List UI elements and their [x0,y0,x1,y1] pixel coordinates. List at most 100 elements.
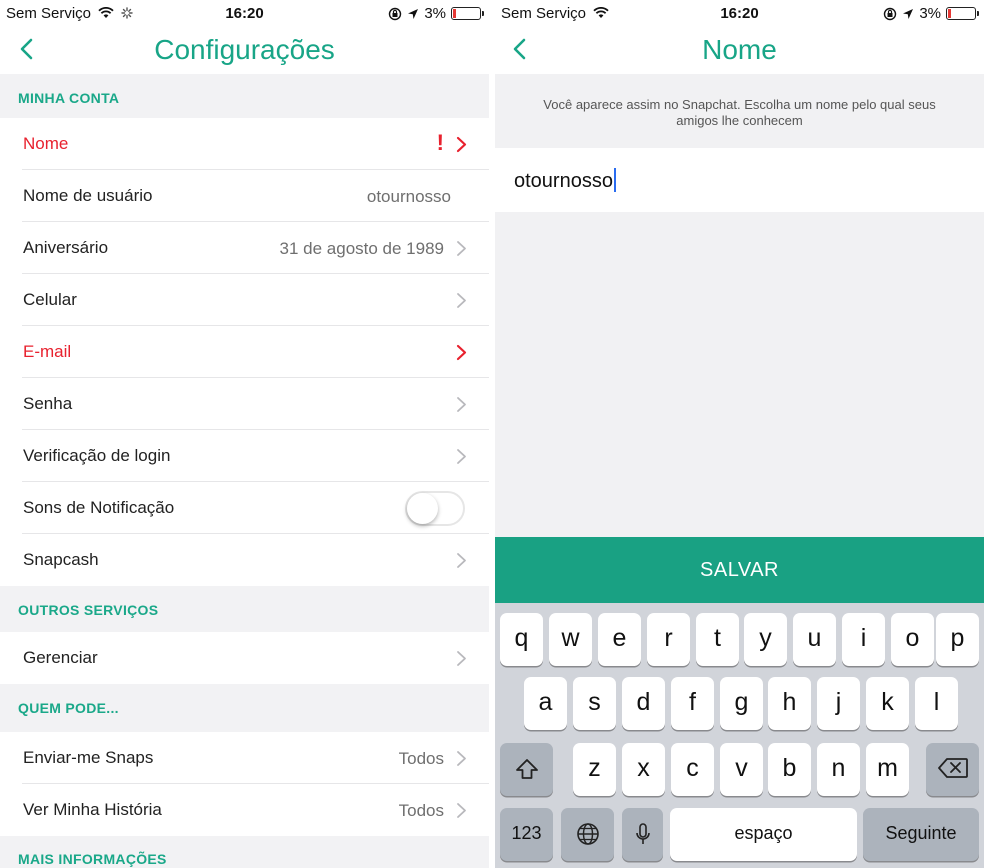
row-label: Verificação de login [23,446,171,465]
row-value: Todos [398,801,444,820]
page-title: Nome [702,34,777,65]
section-header-outros-servicos: OUTROS SERVIÇOS [0,586,489,632]
key-k[interactable]: k [866,677,909,730]
row-gerenciar[interactable]: Gerenciar [0,632,489,684]
key-h[interactable]: h [768,677,811,730]
row-label: Senha [23,394,73,413]
row-label: Nome [23,134,69,153]
nav-bar: Nome [495,28,984,74]
key-g[interactable]: g [720,677,763,730]
backspace-key[interactable] [926,743,979,796]
row-ver-minha-historia[interactable]: Ver Minha História Todos [0,784,489,836]
row-label: Aniversário [23,238,109,257]
globe-icon [576,823,599,845]
chevron-right-icon [457,293,466,308]
chevron-right-icon [457,241,466,256]
notification-sound-toggle[interactable] [405,491,465,526]
row-value: Todos [398,749,444,768]
key-j[interactable]: j [817,677,860,730]
key-m[interactable]: m [866,743,909,796]
name-input-value: otournosso [514,168,616,193]
key-r[interactable]: r [647,613,690,666]
chevron-right-icon [457,397,466,412]
key-p[interactable]: p [936,613,979,666]
key-d[interactable]: d [622,677,665,730]
location-arrow-icon [408,8,419,19]
row-email[interactable]: E-mail [0,326,489,378]
battery-percent: 3% [424,5,446,22]
key-e[interactable]: e [598,613,641,666]
section-title: OUTROS SERVIÇOS [18,602,159,618]
battery-percent: 3% [919,5,941,22]
battery-icon [946,7,979,20]
key-f[interactable]: f [671,677,714,730]
backspace-icon [937,758,968,778]
location-arrow-icon [903,8,914,19]
row-label: Enviar-me Snaps [23,748,154,767]
key-o[interactable]: o [891,613,934,666]
key-v[interactable]: v [720,743,763,796]
section-title: MAIS INFORMAÇÕES [18,851,167,867]
key-u[interactable]: u [793,613,836,666]
section-header-minha-conta: MINHA CONTA [0,74,489,118]
row-verificacao-de-login[interactable]: Verificação de login [0,430,489,482]
row-label: Ver Minha História [23,800,162,819]
section-title: MINHA CONTA [18,90,120,106]
chevron-right-icon [457,553,466,568]
chevron-right-icon [457,651,466,666]
row-value: otournosso [366,187,451,206]
shift-key[interactable] [500,743,553,796]
row-celular[interactable]: Celular [0,274,489,326]
space-key[interactable]: espaço [670,808,857,861]
key-l[interactable]: l [915,677,958,730]
row-senha[interactable]: Senha [0,378,489,430]
row-label: Gerenciar [23,648,98,667]
row-label: Snapcash [23,550,99,569]
toggle-knob [407,493,438,524]
keyboard: q w e r t y u i o p a s d f g h j k l z … [495,603,984,868]
globe-key[interactable] [561,808,614,861]
row-value: 31 de agosto de 1989 [279,239,444,258]
key-i[interactable]: i [842,613,885,666]
key-t[interactable]: t [696,613,739,666]
chevron-right-icon [457,803,466,818]
microphone-key[interactable] [622,808,663,861]
key-c[interactable]: c [671,743,714,796]
section-header-quem-pode: QUEM PODE... [0,684,489,732]
chevron-right-icon [457,449,466,464]
row-label: Nome de usuário [23,186,153,205]
key-x[interactable]: x [622,743,665,796]
row-snapcash[interactable]: Snapcash [0,534,489,586]
name-hint-text: Você aparece assim no Snapchat. Escolha … [543,97,936,128]
row-nome-de-usuario: Nome de usuário otournosso [0,170,489,222]
settings-screen: Sem Serviço 16:20 3% Configurações MINHA… [0,0,489,868]
key-z[interactable]: z [573,743,616,796]
name-screen: Sem Serviço 16:20 3% Nome Você aparece a… [495,0,984,868]
return-key[interactable]: Seguinte [863,808,979,861]
row-nome[interactable]: Nome ! [0,118,489,170]
save-button[interactable]: SALVAR [495,537,984,603]
name-input[interactable]: otournosso [495,148,984,212]
orientation-lock-icon [884,7,897,20]
numbers-key[interactable]: 123 [500,808,553,861]
microphone-icon [635,823,650,844]
row-label: Sons de Notificação [23,498,175,517]
text-caret [613,168,616,192]
alert-icon: ! [436,130,444,155]
status-bar: Sem Serviço 16:20 3% [0,0,489,28]
row-label: Celular [23,290,77,309]
row-aniversario[interactable]: Aniversário 31 de agosto de 1989 [0,222,489,274]
key-a[interactable]: a [524,677,567,730]
key-s[interactable]: s [573,677,616,730]
key-w[interactable]: w [549,613,592,666]
key-b[interactable]: b [768,743,811,796]
nav-bar: Configurações [0,28,489,74]
shift-icon [515,759,538,779]
page-title: Configurações [154,34,335,65]
status-right: 3% [883,5,979,22]
key-q[interactable]: q [500,613,543,666]
key-y[interactable]: y [744,613,787,666]
row-enviar-me-snaps[interactable]: Enviar-me Snaps Todos [0,732,489,784]
key-n[interactable]: n [817,743,860,796]
orientation-lock-icon [389,7,402,20]
